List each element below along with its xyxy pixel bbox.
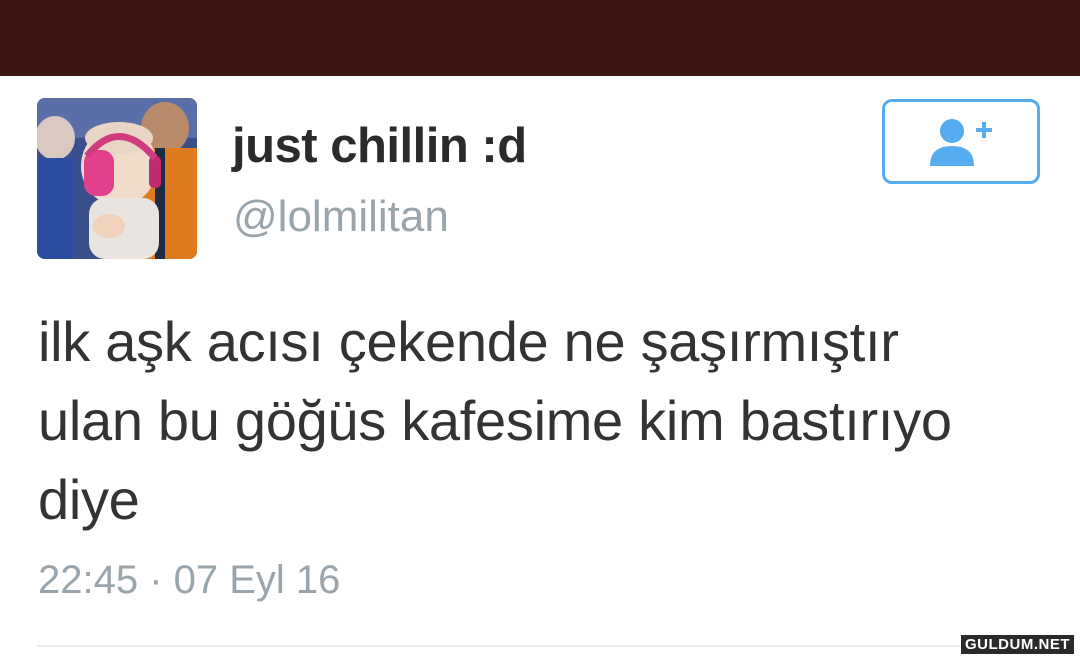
divider	[37, 645, 1040, 647]
display-name[interactable]: just chillin :d	[232, 118, 527, 174]
top-bar	[0, 0, 1080, 76]
add-user-icon	[930, 118, 992, 166]
user-handle[interactable]: @lolmilitan	[233, 192, 449, 242]
watermark-logo: GULDUM.NET	[961, 635, 1074, 654]
tweet-timestamp[interactable]: 22:45 · 07 Eyl 16	[38, 558, 340, 603]
follow-button[interactable]	[882, 99, 1040, 184]
avatar-image	[37, 98, 197, 259]
avatar[interactable]	[37, 98, 197, 259]
tweet-text: ilk aşk acısı çekende ne şaşırmıştır ula…	[38, 310, 952, 531]
